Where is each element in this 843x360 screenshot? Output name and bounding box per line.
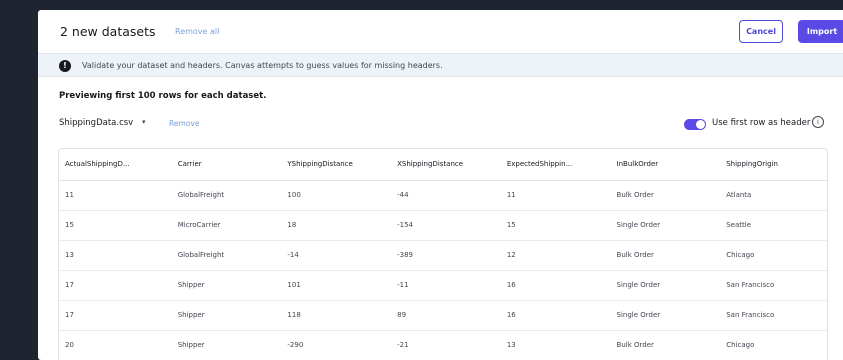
column-header: YShippingDistance — [278, 149, 389, 181]
table-cell: GlobalFreight — [168, 180, 279, 211]
column-header: Carrier — [168, 149, 279, 181]
column-header: ActualShippingD... — [59, 149, 169, 181]
banner-text: Validate your dataset and headers. Canva… — [82, 61, 443, 70]
table-row: 11 GlobalFreight 100 -44 11 Bulk Order A… — [59, 180, 827, 211]
table-cell: -11 — [388, 270, 498, 301]
remove-all-link[interactable]: Remove all — [175, 27, 219, 36]
import-button[interactable]: Import — [798, 20, 843, 43]
table-cell: Seattle — [717, 210, 827, 241]
table-cell: 17 — [59, 300, 169, 331]
dataset-select[interactable]: ShippingData.csv — [59, 118, 133, 128]
table-cell: Single Order — [607, 300, 718, 331]
table-cell: 12 — [497, 240, 608, 271]
table-cell: -14 — [278, 240, 389, 271]
table-cell: 20 — [59, 330, 169, 360]
table-row: 20 Shipper -290 -21 13 Bulk Order Chicag… — [59, 330, 827, 360]
use-header-toggle[interactable] — [684, 119, 706, 130]
table-cell: Atlanta — [717, 180, 827, 211]
modal-header: 2 new datasets Remove all Cancel Import — [38, 10, 843, 52]
table-cell: Shipper — [168, 330, 279, 360]
table-cell: Bulk Order — [607, 330, 718, 360]
table-cell: 15 — [497, 210, 608, 241]
table-cell: MicroCarrier — [168, 210, 279, 241]
table-cell: -21 — [388, 330, 498, 360]
preview-note: Previewing first 100 rows for each datas… — [59, 91, 267, 101]
info-icon: ! — [59, 60, 71, 72]
toggle-knob — [696, 120, 705, 129]
help-icon[interactable]: i — [812, 116, 824, 128]
table-cell: -154 — [388, 210, 498, 241]
table-cell: GlobalFreight — [168, 240, 279, 271]
modal-title: 2 new datasets — [60, 24, 156, 39]
table-cell: 11 — [497, 180, 608, 211]
use-header-label: Use first row as header — [712, 118, 811, 128]
table-row: 17 Shipper 101 -11 16 Single Order San F… — [59, 270, 827, 301]
info-banner: ! Validate your dataset and headers. Can… — [38, 53, 843, 77]
table-cell: 89 — [388, 300, 498, 331]
table-cell: Chicago — [717, 330, 827, 360]
table-cell: 101 — [278, 270, 389, 301]
table-cell: -389 — [388, 240, 498, 271]
table-header-row: ActualShippingD... Carrier YShippingDist… — [59, 149, 827, 181]
table-cell: Bulk Order — [607, 180, 718, 211]
cancel-button[interactable]: Cancel — [739, 20, 783, 43]
table-cell: 13 — [59, 240, 169, 271]
import-datasets-modal: 2 new datasets Remove all Cancel Import … — [38, 10, 843, 360]
table-cell: 16 — [497, 270, 608, 301]
preview-table: ActualShippingD... Carrier YShippingDist… — [58, 148, 828, 360]
table-cell: Chicago — [717, 240, 827, 271]
column-header: XShippingDistance — [388, 149, 498, 181]
remove-dataset-link[interactable]: Remove — [169, 119, 199, 128]
table-cell: San Francisco — [717, 270, 827, 301]
table-cell: Single Order — [607, 270, 718, 301]
table-cell: 11 — [59, 180, 169, 211]
table-cell: -44 — [388, 180, 498, 211]
table-cell: San Francisco — [717, 300, 827, 331]
table-cell: 18 — [278, 210, 389, 241]
table-row: 17 Shipper 118 89 16 Single Order San Fr… — [59, 300, 827, 331]
column-header: ShippingOrigin — [717, 149, 827, 181]
column-header: ExpectedShippin... — [497, 149, 608, 181]
table-cell: Shipper — [168, 270, 279, 301]
table-cell: Single Order — [607, 210, 718, 241]
table-cell: Shipper — [168, 300, 279, 331]
table-cell: 100 — [278, 180, 389, 211]
table-cell: 17 — [59, 270, 169, 301]
table-cell: 118 — [278, 300, 389, 331]
table-row: 15 MicroCarrier 18 -154 15 Single Order … — [59, 210, 827, 241]
table-cell: -290 — [278, 330, 389, 360]
table-cell: Bulk Order — [607, 240, 718, 271]
table-cell: 15 — [59, 210, 169, 241]
table-row: 13 GlobalFreight -14 -389 12 Bulk Order … — [59, 240, 827, 271]
column-header: InBulkOrder — [607, 149, 718, 181]
table-cell: 16 — [497, 300, 608, 331]
chevron-down-icon[interactable]: ▾ — [142, 118, 146, 126]
table-cell: 13 — [497, 330, 608, 360]
